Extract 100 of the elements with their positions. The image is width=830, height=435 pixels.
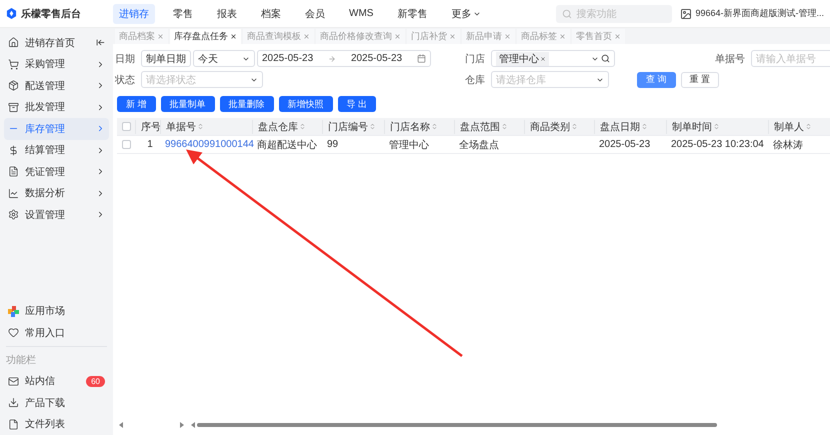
logo-icon bbox=[6, 8, 17, 19]
table-cell-text: 全场盘点 bbox=[458, 138, 500, 152]
row-checkbox[interactable] bbox=[122, 140, 131, 149]
field-label: 门店 bbox=[464, 52, 486, 66]
table-cell-text: 99 bbox=[326, 139, 340, 150]
sidebar-item[interactable]: 数据分析 bbox=[4, 182, 109, 204]
field-label: 日期 bbox=[114, 52, 136, 66]
sort-icon[interactable] bbox=[369, 123, 376, 130]
nav-tab[interactable]: 报表 bbox=[211, 4, 243, 24]
document-link[interactable]: 9966400991000144 bbox=[160, 139, 252, 150]
page-tab[interactable]: 库存盘点任务 bbox=[170, 29, 241, 44]
chevron-icon bbox=[96, 146, 105, 155]
dollar-icon bbox=[8, 144, 19, 156]
user-name[interactable]: 99664-新界面商超版测试-管理... bbox=[695, 7, 824, 20]
count-badge: 60 bbox=[86, 376, 105, 387]
sidebar-item[interactable]: 产品下载 bbox=[4, 392, 109, 414]
mail-icon bbox=[8, 376, 19, 387]
apps-icon bbox=[8, 306, 19, 317]
sort-icon[interactable] bbox=[641, 123, 648, 130]
document-icon bbox=[8, 166, 19, 178]
heart-icon bbox=[8, 327, 19, 338]
sort-icon[interactable] bbox=[501, 123, 508, 130]
chevron-icon bbox=[96, 81, 105, 90]
sidebar-item[interactable]: 设置管理 bbox=[4, 204, 109, 226]
download-icon bbox=[8, 397, 19, 408]
sort-icon[interactable] bbox=[299, 123, 306, 130]
column-title: 制单时间 bbox=[672, 120, 712, 134]
calendar-icon bbox=[416, 54, 426, 63]
chevron-icon bbox=[96, 60, 105, 69]
table-cell-text: 管理中心 bbox=[388, 138, 430, 152]
store-select[interactable]: 管理中心 bbox=[491, 50, 615, 67]
field-label: 仓库 bbox=[464, 74, 486, 86]
cart-icon bbox=[8, 58, 19, 70]
file-icon bbox=[8, 418, 19, 430]
nav-tab[interactable]: 会员 bbox=[299, 4, 331, 24]
action-button[interactable]: 新增快照 bbox=[278, 96, 333, 112]
field-label: 单据号 bbox=[714, 52, 746, 66]
close-icon[interactable] bbox=[540, 56, 546, 62]
action-button[interactable]: 批量删除 bbox=[220, 96, 274, 112]
drawer-icon bbox=[8, 102, 19, 113]
sidebar-item[interactable]: 配送管理 bbox=[4, 75, 109, 96]
date-type-select[interactable]: 制单日期 bbox=[141, 50, 191, 67]
search-icon bbox=[562, 8, 572, 18]
date-range-field[interactable]: 2025-05-23 2025-05-23 bbox=[257, 50, 431, 67]
column-title: 单据号 bbox=[166, 120, 196, 134]
table-cell-text: 徐林涛 bbox=[772, 138, 804, 152]
arrow-icon bbox=[328, 54, 336, 62]
collapse-icon[interactable] bbox=[96, 38, 105, 48]
sort-icon[interactable] bbox=[571, 123, 578, 130]
action-button[interactable]: 批量制单 bbox=[160, 96, 215, 112]
action-button[interactable]: 导 出 bbox=[338, 96, 376, 112]
search-icon[interactable] bbox=[601, 54, 610, 63]
sort-icon[interactable] bbox=[197, 123, 204, 130]
column-title: 制单人 bbox=[774, 120, 804, 134]
column-title: 盘点范围 bbox=[460, 120, 500, 134]
select-all-checkbox[interactable] bbox=[122, 122, 131, 131]
nav-tab[interactable]: 更多 bbox=[445, 4, 488, 24]
avatar-icon bbox=[680, 8, 692, 20]
nav-tab[interactable]: 进销存 bbox=[113, 4, 155, 24]
column-title: 门店编号 bbox=[328, 120, 368, 134]
nav-tab[interactable]: WMS bbox=[343, 5, 380, 22]
sidebar-item[interactable]: 常用入口 bbox=[4, 322, 109, 344]
table-cell-text: 1 bbox=[146, 139, 154, 150]
sidebar-item[interactable]: 进销存首页 bbox=[4, 32, 109, 54]
table-cell-text: 2025-05-23 bbox=[598, 139, 652, 150]
sidebar-item[interactable]: 应用市场 bbox=[4, 300, 109, 322]
sidebar-item[interactable]: 文件列表 bbox=[4, 414, 109, 435]
store-tag: 管理中心 bbox=[496, 52, 549, 66]
sidebar-item[interactable]: 库存管理 bbox=[4, 118, 109, 140]
close-icon[interactable] bbox=[230, 33, 237, 40]
chevron-icon bbox=[96, 188, 105, 198]
chevron-icon bbox=[96, 124, 105, 134]
date-preset-select[interactable]: 今天 bbox=[193, 50, 255, 67]
column-title: 商品类别 bbox=[530, 120, 570, 134]
sort-icon[interactable] bbox=[713, 123, 720, 130]
chevron-icon bbox=[96, 102, 105, 112]
sidebar-item[interactable]: 凭证管理 bbox=[4, 161, 109, 182]
section-title: 功能栏 bbox=[6, 346, 107, 370]
sidebar-item[interactable]: 站内信 60 bbox=[4, 370, 109, 392]
column-title: 盘点仓库 bbox=[258, 120, 298, 134]
settings-icon bbox=[8, 209, 19, 220]
nav-tab[interactable]: 档案 bbox=[255, 4, 287, 24]
reset-button[interactable]: 重 置 bbox=[680, 72, 720, 88]
sort-icon[interactable] bbox=[805, 123, 812, 130]
sidebar-item[interactable]: 采购管理 bbox=[4, 54, 109, 75]
column-title: 门店名称 bbox=[390, 120, 430, 134]
sort-icon[interactable] bbox=[431, 123, 438, 130]
nav-tab[interactable]: 零售 bbox=[167, 4, 199, 24]
action-button[interactable]: 新 增 bbox=[117, 96, 156, 112]
sidebar-item[interactable]: 批发管理 bbox=[4, 96, 109, 118]
line-chart-icon bbox=[8, 188, 19, 199]
table-cell-text: 2025-05-23 10:23:04 bbox=[670, 139, 765, 150]
nav-tab[interactable]: 新零售 bbox=[391, 4, 434, 24]
column-title: 序号 bbox=[141, 120, 161, 134]
box-icon bbox=[8, 80, 19, 92]
chevron-icon bbox=[96, 210, 105, 220]
chevron-icon bbox=[96, 167, 105, 176]
sidebar-item[interactable]: 结算管理 bbox=[4, 140, 109, 161]
home-icon bbox=[8, 37, 19, 48]
logo-text: 乐檬零售后台 bbox=[21, 8, 81, 20]
